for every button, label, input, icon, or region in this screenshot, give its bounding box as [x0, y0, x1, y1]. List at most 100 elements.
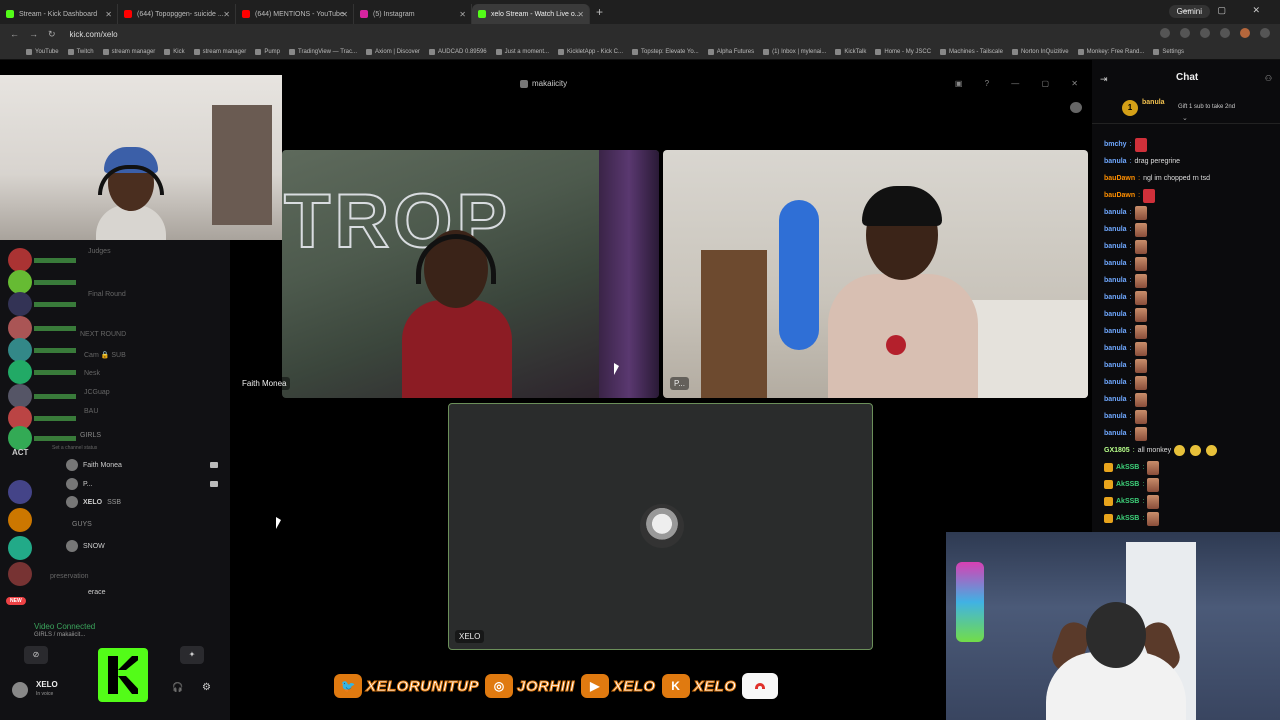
chat-username[interactable]: banula: [1104, 153, 1127, 170]
voice-user-faith[interactable]: Faith Monea: [66, 459, 122, 471]
camera-off-button[interactable]: ⊘: [24, 646, 48, 664]
chat-message[interactable]: banula:: [1104, 289, 1274, 306]
close-tab-icon[interactable]: ✕: [341, 10, 348, 19]
channel-bau[interactable]: BAU: [84, 408, 98, 415]
bookmark-item[interactable]: Just a moment...: [495, 48, 549, 55]
chat-username[interactable]: bauDawn: [1104, 187, 1135, 204]
new-tab-button[interactable]: +: [596, 5, 603, 19]
chat-username[interactable]: banula: [1104, 323, 1127, 340]
browser-tab[interactable]: xelo Stream - Watch Live o... ✕: [472, 4, 590, 24]
headphones-icon[interactable]: 🎧: [172, 682, 183, 693]
chat-bubble-icon[interactable]: [1070, 102, 1082, 113]
server-icon[interactable]: [8, 270, 32, 294]
url-field[interactable]: kick.com/xelo: [70, 30, 118, 39]
extensions-icon[interactable]: [1200, 28, 1210, 38]
download-icon[interactable]: [1220, 28, 1230, 38]
server-icon[interactable]: [8, 338, 32, 362]
chat-message[interactable]: bauDawn: ngl im chopped rn tsd: [1104, 170, 1274, 187]
server-icon[interactable]: [8, 248, 32, 272]
avatar[interactable]: [12, 682, 28, 698]
bookmark-item[interactable]: AUDCAD 0.89596: [428, 48, 487, 55]
chat-message[interactable]: banula:: [1104, 323, 1274, 340]
chevron-down-icon[interactable]: ⌄: [1182, 114, 1188, 122]
chat-username[interactable]: banula: [1104, 374, 1127, 391]
chat-message[interactable]: banula:: [1104, 255, 1274, 272]
video-tile-p[interactable]: [663, 150, 1088, 398]
server-icon[interactable]: [8, 426, 32, 450]
bookmark-item[interactable]: Axiom | Discover: [366, 48, 420, 55]
chat-message[interactable]: banula:: [1104, 272, 1274, 289]
channel-final-round[interactable]: Final Round: [88, 291, 126, 298]
forward-icon[interactable]: →: [29, 29, 38, 39]
bookmark-item[interactable]: Twitch: [67, 48, 94, 55]
voice-user-snow[interactable]: SNOW: [66, 540, 105, 552]
activity-button[interactable]: ✦: [180, 646, 204, 664]
bookmark-item[interactable]: YouTube: [26, 48, 59, 55]
bookmark-item[interactable]: KickletApp - Kick C...: [558, 48, 623, 55]
close-tab-icon[interactable]: ✕: [577, 10, 584, 19]
bookmark-item[interactable]: Kick: [164, 48, 185, 55]
reload-icon[interactable]: ↻: [48, 29, 56, 40]
close-tab-icon[interactable]: ✕: [459, 10, 466, 19]
discord-window-controls[interactable]: ▣ ? — ▢ ✕: [955, 79, 1088, 88]
chat-username[interactable]: bmchy: [1104, 136, 1127, 153]
profile-avatar[interactable]: [1240, 28, 1250, 38]
chat-message[interactable]: banula:: [1104, 425, 1274, 442]
channel-status-placeholder[interactable]: Set a channel status: [52, 445, 97, 451]
video-tile-xelo[interactable]: XELO: [448, 403, 873, 650]
pinned-gift-leader[interactable]: 1 banula Gift 1 sub to take 2nd ⌄: [1092, 96, 1280, 124]
gear-icon[interactable]: ⚙: [202, 682, 211, 693]
browser-tab[interactable]: (644) MENTIONS - YouTube ✕: [236, 4, 354, 24]
close-tab-icon[interactable]: ✕: [223, 10, 230, 19]
chat-username[interactable]: banula: [1104, 204, 1127, 221]
bookmark-item[interactable]: TradingView — Trac...: [289, 48, 357, 55]
chat-message[interactable]: AkSSB:: [1104, 493, 1274, 510]
bookmark-item[interactable]: KickTalk: [835, 48, 866, 55]
chat-message[interactable]: bauDawn:: [1104, 187, 1274, 204]
chat-username[interactable]: banula: [1104, 340, 1127, 357]
channel-guys[interactable]: GUYS: [72, 521, 92, 528]
chat-username[interactable]: banula: [1104, 408, 1127, 425]
chat-message[interactable]: banula:: [1104, 408, 1274, 425]
chat-username[interactable]: AkSSB: [1116, 510, 1139, 527]
chat-message[interactable]: banula:: [1104, 238, 1274, 255]
chat-message[interactable]: banula:: [1104, 357, 1274, 374]
chat-message[interactable]: banula:: [1104, 221, 1274, 238]
server-icon[interactable]: [8, 292, 32, 316]
chat-message[interactable]: GX1805: all monkey: [1104, 442, 1274, 459]
bookmark-item[interactable]: Settings: [1153, 48, 1184, 55]
channel-jcguap[interactable]: JCGuap: [84, 389, 110, 396]
channel-next-round[interactable]: NEXT ROUND: [80, 331, 126, 338]
voice-user-xelo[interactable]: XELO SSB: [66, 496, 121, 508]
chat-message[interactable]: AkSSB:: [1104, 459, 1274, 476]
server-icon[interactable]: [8, 384, 32, 408]
chat-username[interactable]: banula: [1104, 306, 1127, 323]
chat-message[interactable]: banula:: [1104, 374, 1274, 391]
bookmark-item[interactable]: Monkey: Free Rand...: [1077, 48, 1144, 55]
chat-username[interactable]: banula: [1104, 221, 1127, 238]
server-icon[interactable]: [8, 316, 32, 340]
bookmark-item[interactable]: Topstep: Elevate Yo...: [632, 48, 699, 55]
chat-message[interactable]: banula:: [1104, 340, 1274, 357]
server-icon[interactable]: [8, 508, 32, 532]
chat-message[interactable]: AkSSB:: [1104, 510, 1274, 527]
video-tile-faith[interactable]: TROP: [282, 150, 659, 398]
browser-tab[interactable]: Stream - Kick Dashboard ✕: [0, 4, 118, 24]
chat-message[interactable]: banula: drag peregrine: [1104, 153, 1274, 170]
bookmark-item[interactable]: Norton InQuizitive: [1011, 48, 1069, 55]
chat-username[interactable]: GX1805: [1104, 442, 1130, 459]
chat-username[interactable]: banula: [1104, 255, 1127, 272]
chat-username[interactable]: AkSSB: [1116, 476, 1139, 493]
chat-users-icon[interactable]: ⚇: [1265, 74, 1272, 83]
collapse-chat-icon[interactable]: ⇥: [1100, 74, 1108, 85]
chat-username[interactable]: banula: [1104, 289, 1127, 306]
channel-erace[interactable]: erace: [88, 589, 106, 596]
chat-username[interactable]: banula: [1104, 357, 1127, 374]
bookmark-item[interactable]: stream manager: [193, 48, 246, 55]
server-icon[interactable]: [8, 480, 32, 504]
voice-user-p[interactable]: P...: [66, 478, 93, 490]
back-icon[interactable]: ←: [10, 29, 19, 39]
window-controls[interactable]: — ▢ ✕: [1182, 5, 1272, 16]
chat-username[interactable]: banula: [1104, 391, 1127, 408]
star-icon[interactable]: [1180, 28, 1190, 38]
